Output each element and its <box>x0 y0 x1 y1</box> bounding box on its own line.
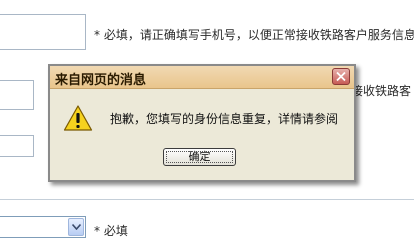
select-dropdown[interactable] <box>0 216 86 238</box>
dialog-title: 来自网页的消息 <box>55 73 147 88</box>
phone-hint: * 必填，请正确填写手机号，以便正常接收铁路客户服务信息 <box>94 28 414 42</box>
close-button[interactable] <box>332 68 350 85</box>
rail-hint: 接收铁路客 <box>351 84 412 98</box>
dialog-titlebar[interactable]: 来自网页的消息 <box>50 66 354 89</box>
form-input-2[interactable] <box>0 80 34 110</box>
warning-icon <box>63 105 93 131</box>
divider <box>0 199 414 200</box>
required-hint: * 必填 <box>94 224 128 238</box>
message-dialog: 来自网页的消息 抱歉，您填写的身份信息重复，详情请参阅 确定 <box>48 64 356 182</box>
ok-button[interactable]: 确定 <box>163 148 236 166</box>
form-input-3[interactable] <box>0 135 34 157</box>
phone-input[interactable] <box>0 14 86 50</box>
dialog-message: 抱歉，您填写的身份信息重复，详情请参阅 <box>110 112 339 126</box>
chevron-down-icon[interactable] <box>68 218 84 236</box>
close-icon <box>336 71 346 82</box>
